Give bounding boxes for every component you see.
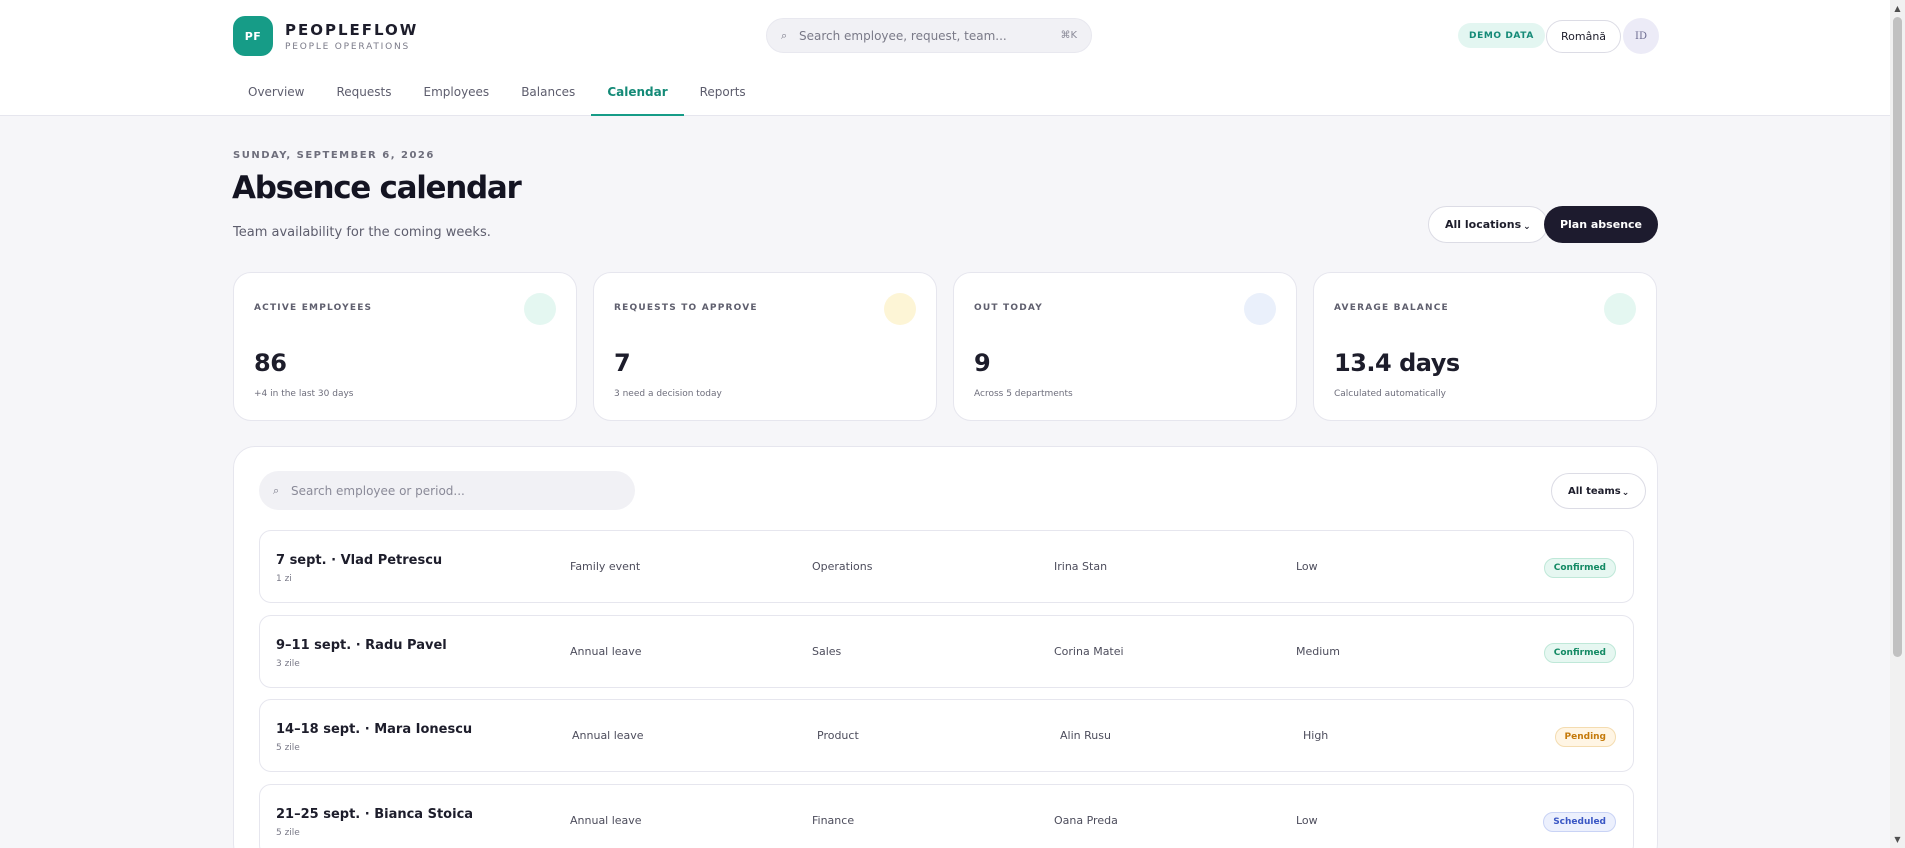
tab-calendar[interactable]: Calendar bbox=[591, 78, 684, 116]
row-duration: 5 zile bbox=[276, 743, 300, 753]
row-department: Sales bbox=[812, 645, 842, 658]
scroll-up-arrow-icon[interactable]: ▲ bbox=[1890, 0, 1905, 17]
stat-note: 3 need a decision today bbox=[614, 389, 722, 399]
stat-dot-icon bbox=[884, 293, 916, 325]
row-approver: Irina Stan bbox=[1054, 560, 1108, 573]
locations-filter-button[interactable]: All locations ⌄ bbox=[1428, 206, 1548, 243]
scroll-down-arrow-icon[interactable]: ▼ bbox=[1890, 831, 1905, 848]
tab-employees[interactable]: Employees bbox=[408, 78, 506, 116]
table-row[interactable]: 7 sept. · Vlad Petrescu 1 zi Family even… bbox=[259, 530, 1634, 603]
stat-card-average-balance: AVERAGE BALANCE 13.4 days Calculated aut… bbox=[1313, 272, 1657, 421]
stat-label: AVERAGE BALANCE bbox=[1334, 303, 1449, 313]
row-impact: Medium bbox=[1296, 645, 1340, 658]
demo-data-badge: DEMO DATA bbox=[1458, 23, 1545, 48]
stat-value: 9 bbox=[974, 349, 991, 377]
page-scrollbar[interactable]: ▲ ▼ bbox=[1890, 0, 1905, 848]
table-row[interactable]: 21–25 sept. · Bianca Stoica 5 zile Annua… bbox=[259, 784, 1634, 848]
row-impact: Low bbox=[1296, 560, 1318, 573]
row-department: Operations bbox=[812, 560, 873, 573]
search-icon: ⌕ bbox=[781, 28, 788, 42]
page-subtitle: Team availability for the coming weeks. bbox=[233, 225, 491, 240]
brand-text: PEOPLEFLOW PEOPLE OPERATIONS bbox=[285, 21, 418, 52]
row-title: 9–11 sept. · Radu Pavel bbox=[276, 638, 447, 653]
row-title: 7 sept. · Vlad Petrescu bbox=[276, 553, 443, 568]
stat-value: 86 bbox=[254, 349, 287, 377]
stat-dot-icon bbox=[1604, 293, 1636, 325]
tab-balances[interactable]: Balances bbox=[505, 78, 591, 116]
status-badge: Pending bbox=[1554, 727, 1616, 747]
language-button[interactable]: Română bbox=[1546, 20, 1622, 53]
stat-label: ACTIVE EMPLOYEES bbox=[254, 303, 373, 313]
row-duration: 1 zi bbox=[276, 574, 292, 584]
table-row[interactable]: 14–18 sept. · Mara Ionescu 5 zile Annual… bbox=[259, 699, 1634, 772]
row-approver: Corina Matei bbox=[1054, 645, 1124, 658]
row-title: 21–25 sept. · Bianca Stoica bbox=[276, 807, 474, 822]
row-approver: Oana Preda bbox=[1054, 814, 1118, 827]
avatar[interactable]: ID bbox=[1623, 18, 1659, 54]
row-impact: Low bbox=[1296, 814, 1318, 827]
global-search[interactable]: ⌕ ⌘K bbox=[766, 18, 1092, 53]
panel-search[interactable]: ⌕ bbox=[259, 471, 635, 510]
search-icon: ⌕ bbox=[273, 483, 280, 497]
brand-subtitle: PEOPLE OPERATIONS bbox=[285, 41, 411, 52]
stat-dot-icon bbox=[1244, 293, 1276, 325]
row-type: Family event bbox=[570, 560, 641, 573]
stat-card-active-employees: ACTIVE EMPLOYEES 86 +4 in the last 30 da… bbox=[233, 272, 577, 421]
row-type: Annual leave bbox=[572, 729, 644, 742]
tab-reports[interactable]: Reports bbox=[684, 78, 762, 116]
stat-note: +4 in the last 30 days bbox=[254, 389, 354, 399]
row-department: Product bbox=[817, 729, 859, 742]
chevron-down-icon: ⌄ bbox=[1621, 488, 1630, 498]
row-duration: 3 zile bbox=[276, 659, 300, 669]
panel-search-input[interactable] bbox=[291, 483, 635, 498]
stat-card-requests-to-approve: REQUESTS TO APPROVE 7 3 need a decision … bbox=[593, 272, 937, 421]
locations-filter-label: All locations bbox=[1445, 218, 1522, 231]
stat-value: 13.4 days bbox=[1334, 349, 1460, 377]
teams-filter-label: All teams bbox=[1568, 485, 1621, 497]
top-bar: PF PEOPLEFLOW PEOPLE OPERATIONS ⌕ ⌘K DEM… bbox=[0, 0, 1890, 116]
row-approver: Alin Rusu bbox=[1060, 729, 1111, 742]
page-title: Absence calendar bbox=[232, 170, 522, 206]
search-shortcut: ⌘K bbox=[1060, 30, 1077, 41]
brand-logo: PF bbox=[233, 16, 273, 56]
scroll-thumb[interactable] bbox=[1893, 17, 1902, 657]
tab-overview[interactable]: Overview bbox=[232, 78, 321, 116]
row-type: Annual leave bbox=[570, 814, 642, 827]
row-department: Finance bbox=[812, 814, 855, 827]
row-title: 14–18 sept. · Mara Ionescu bbox=[276, 722, 473, 737]
row-impact: High bbox=[1303, 729, 1329, 742]
stat-note: Across 5 departments bbox=[974, 389, 1073, 399]
brand[interactable]: PF PEOPLEFLOW PEOPLE OPERATIONS bbox=[233, 16, 418, 56]
brand-name: PEOPLEFLOW bbox=[285, 20, 419, 39]
status-badge: Confirmed bbox=[1543, 558, 1616, 578]
stat-label: REQUESTS TO APPROVE bbox=[614, 303, 758, 313]
stat-note: Calculated automatically bbox=[1334, 389, 1446, 399]
absence-list-panel: ⌕ All teams⌄ 7 sept. · Vlad Petrescu 1 z… bbox=[233, 446, 1658, 848]
status-badge: Confirmed bbox=[1543, 643, 1616, 663]
global-search-input[interactable] bbox=[799, 28, 1061, 43]
stat-value: 7 bbox=[614, 349, 631, 377]
row-type: Annual leave bbox=[570, 645, 642, 658]
main-nav: Overview Requests Employees Balances Cal… bbox=[232, 78, 762, 116]
chevron-down-icon: ⌄ bbox=[1523, 221, 1531, 232]
tab-requests[interactable]: Requests bbox=[321, 78, 408, 116]
current-date: SUNDAY, SEPTEMBER 6, 2026 bbox=[233, 150, 435, 161]
stat-dot-icon bbox=[524, 293, 556, 325]
stat-label: OUT TODAY bbox=[974, 303, 1043, 313]
row-duration: 5 zile bbox=[276, 828, 300, 838]
plan-absence-button[interactable]: Plan absence bbox=[1544, 206, 1658, 243]
teams-filter-button[interactable]: All teams ⌄ bbox=[1551, 473, 1647, 509]
stat-card-out-today: OUT TODAY 9 Across 5 departments bbox=[953, 272, 1297, 421]
table-row[interactable]: 9–11 sept. · Radu Pavel 3 zile Annual le… bbox=[259, 615, 1634, 688]
status-badge: Scheduled bbox=[1543, 812, 1616, 832]
